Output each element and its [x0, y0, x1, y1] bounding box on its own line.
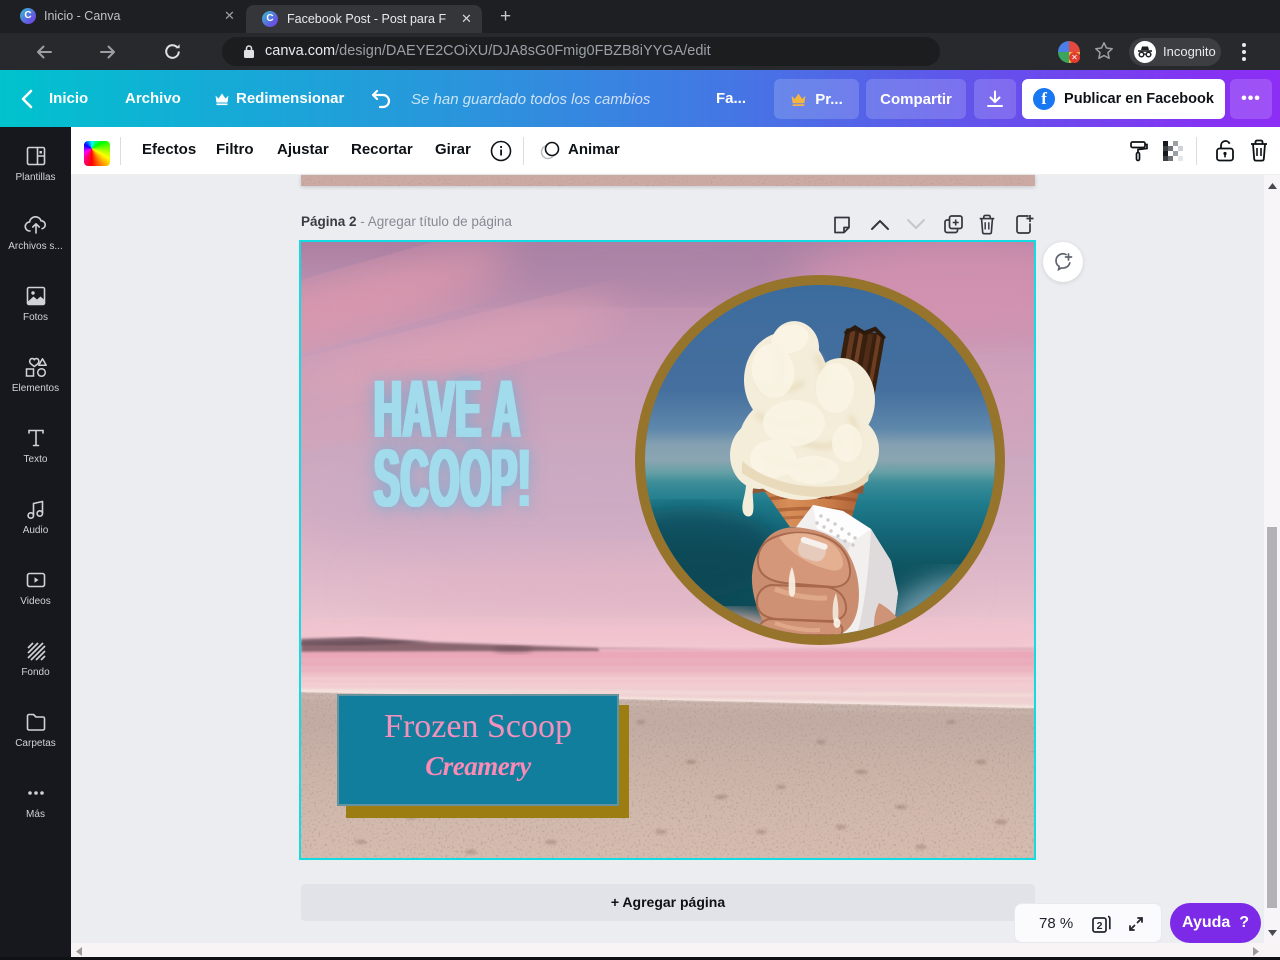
svg-text:2: 2: [1097, 920, 1103, 932]
